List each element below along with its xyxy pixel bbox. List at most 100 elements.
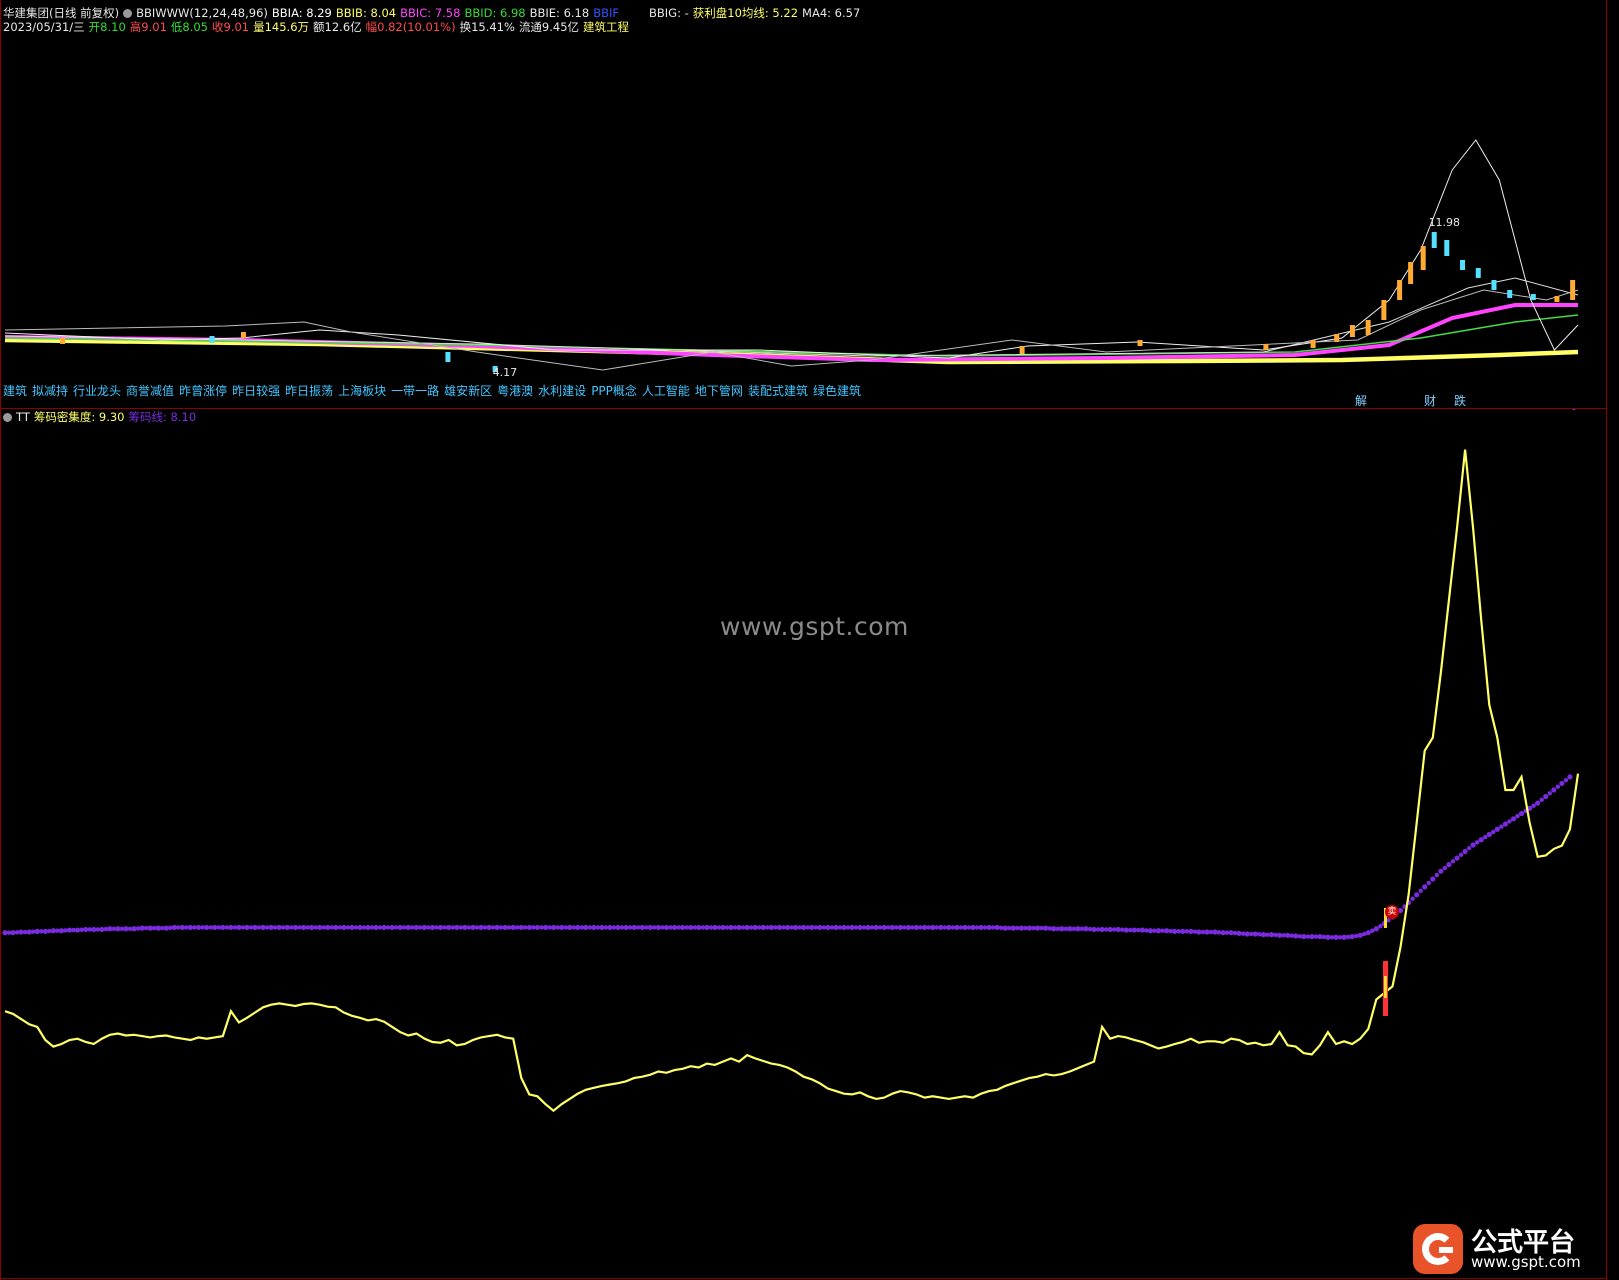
chip-line-dot	[595, 925, 601, 930]
chip-line-dot	[289, 925, 294, 930]
chip-line-dot	[845, 925, 851, 930]
concept-tag[interactable]: 商誉减值	[126, 384, 174, 398]
indicator-chart[interactable]	[0, 408, 1606, 1280]
concept-tag[interactable]: 一带一路	[391, 384, 439, 398]
chip-line-dot	[1010, 925, 1016, 931]
chip-line-dot	[1563, 777, 1569, 783]
quote-sector[interactable]: 建筑工程	[583, 20, 629, 34]
chip-line-dot	[345, 925, 351, 930]
chip-line-dot	[1136, 927, 1141, 933]
chip-line-dot	[1257, 932, 1262, 937]
chip-line-dot	[1434, 872, 1440, 878]
chip-line-dot	[1224, 930, 1230, 935]
chip-line-dot	[1543, 793, 1549, 800]
chip-line-dot	[34, 928, 40, 934]
concept-tag[interactable]: 昨日较强	[232, 384, 280, 398]
chip-line-dot	[736, 924, 742, 931]
candle[interactable]	[1397, 280, 1403, 300]
concept-tag[interactable]: 昨曾涨停	[179, 384, 227, 398]
chip-line-dot	[1345, 934, 1351, 940]
chip-line-dot	[405, 924, 411, 931]
marker-jie[interactable]: 解	[1355, 392, 1367, 409]
marker-cai[interactable]: 财	[1424, 392, 1436, 409]
candle[interactable]	[1444, 240, 1450, 256]
concept-tag[interactable]: 昨日振荡	[285, 384, 333, 398]
candle[interactable]	[1420, 246, 1426, 270]
chip-line-dot	[1083, 926, 1089, 932]
stock-title[interactable]: 华建集团(日线 前复权)	[3, 6, 119, 20]
candle[interactable]	[209, 336, 215, 343]
site-logo[interactable]: 公式平台 www.gspt.com	[1413, 1222, 1613, 1276]
chip-line-dot	[196, 924, 202, 931]
concept-tag[interactable]: 人工智能	[642, 384, 690, 398]
indicator-name[interactable]: BBIWWW(12,24,48,96)	[136, 6, 268, 20]
chip-line-dot	[192, 925, 197, 930]
candle[interactable]	[1137, 340, 1143, 346]
concept-tag[interactable]: PPP概念	[591, 384, 637, 398]
candle[interactable]	[1019, 346, 1025, 354]
chip-line-dot	[950, 925, 956, 930]
concept-tag[interactable]: 雄安新区	[444, 384, 492, 398]
candle[interactable]	[1349, 325, 1355, 337]
candle[interactable]	[1263, 344, 1269, 350]
collapse-icon[interactable]	[3, 413, 12, 422]
chip-line-dot	[768, 924, 774, 931]
chip-line-dot	[71, 927, 76, 933]
chip-line-dot	[216, 925, 221, 930]
chip-line-dot	[631, 924, 637, 931]
chip-line-dot	[619, 925, 625, 930]
marker-die[interactable]: 跌	[1454, 392, 1466, 409]
chip-line-dot	[905, 924, 912, 931]
candle[interactable]	[1554, 296, 1560, 302]
candle[interactable]	[240, 332, 246, 338]
chip-line-dot	[1241, 931, 1246, 936]
candle[interactable]	[1475, 268, 1481, 278]
chip-density-line[interactable]	[4, 449, 1580, 1113]
chip-line-dot	[273, 925, 278, 930]
chip-line-dot	[228, 924, 234, 931]
sell-signal-badge[interactable]: 卖	[1385, 905, 1399, 919]
concept-tag[interactable]: 粤港澳	[497, 384, 533, 398]
candle[interactable]	[1530, 294, 1536, 300]
concept-tag[interactable]: 建筑	[3, 384, 27, 398]
chip-line-dot	[510, 924, 516, 931]
collapse-icon[interactable]	[123, 9, 133, 18]
bottom-border	[0, 1278, 1606, 1279]
candle[interactable]	[1491, 280, 1497, 290]
concept-tag[interactable]: 拟减持	[32, 384, 68, 398]
chip-line-dot	[986, 924, 992, 931]
quote-close: 收9.01	[212, 20, 250, 34]
indicator-tt-name[interactable]: TT	[16, 410, 30, 424]
candle[interactable]	[1460, 260, 1466, 270]
candle[interactable]	[1310, 340, 1316, 348]
chip-line-dot	[135, 926, 141, 931]
concept-tag[interactable]: 行业龙头	[73, 384, 121, 398]
chip-line-dot	[1333, 934, 1339, 940]
concept-tag[interactable]: 地下管网	[695, 384, 743, 398]
candle[interactable]	[1431, 232, 1437, 248]
candle[interactable]	[445, 352, 451, 362]
concept-tag[interactable]: 上海板块	[338, 384, 386, 398]
chip-line-dot	[563, 925, 568, 930]
candle[interactable]	[1408, 262, 1414, 284]
chip-line-dot	[1120, 927, 1125, 932]
chip-line-dot	[494, 924, 500, 931]
candle[interactable]	[1507, 290, 1513, 298]
chip-line-dot	[413, 924, 419, 931]
chip-line-dot	[644, 925, 649, 930]
chip-line-dot	[168, 925, 173, 930]
concept-tag[interactable]: 绿色建筑	[813, 384, 861, 398]
chip-line-dot	[809, 924, 815, 931]
chip-line-dot	[204, 924, 210, 931]
candle[interactable]	[60, 338, 66, 344]
concept-tag[interactable]: 水利建设	[538, 384, 586, 398]
candle[interactable]	[1570, 280, 1576, 300]
candle[interactable]	[1334, 334, 1340, 342]
concept-tag[interactable]: 装配式建筑	[748, 384, 808, 398]
chip-line-dot	[1430, 876, 1436, 882]
candle[interactable]	[1381, 300, 1387, 320]
price-chart[interactable]: 11.98 4.17	[0, 0, 1606, 400]
chip-line-dot	[1313, 934, 1319, 939]
candle[interactable]	[1365, 320, 1371, 335]
chip-line-dot	[486, 924, 492, 931]
